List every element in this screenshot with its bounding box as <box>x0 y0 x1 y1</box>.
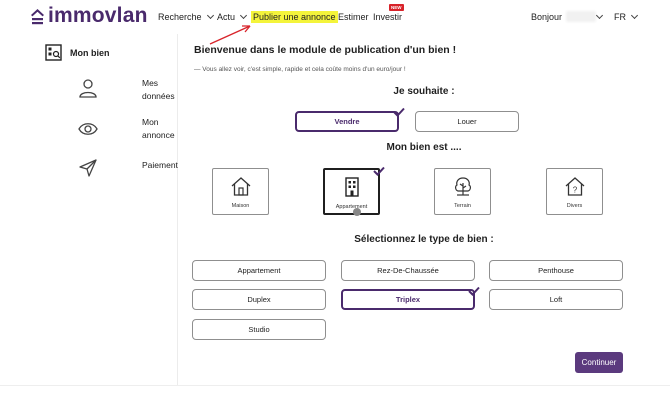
type-appartement[interactable]: Appartement <box>192 260 326 281</box>
chevron-down-icon <box>630 11 639 20</box>
building-icon <box>344 177 359 197</box>
option-label: Studio <box>248 325 270 334</box>
card-divers[interactable]: ? Divers <box>546 168 603 215</box>
option-label: Triplex <box>395 295 421 304</box>
sidebar-item-mon-bien[interactable]: Mon bien <box>45 44 110 61</box>
footer-divider <box>0 385 670 386</box>
nav-recherche-label: Recherche <box>158 12 202 22</box>
option-label: Penthouse <box>538 266 574 275</box>
svg-text:?: ? <box>572 186 577 195</box>
type-penthouse[interactable]: Penthouse <box>489 260 623 281</box>
page-title: Bienvenue dans le module de publication … <box>194 44 457 56</box>
card-appartement[interactable]: Appartement <box>323 168 380 215</box>
property-section-title: Mon bien est .... <box>386 142 462 153</box>
option-vendre[interactable]: Vendre <box>295 111 399 132</box>
building-search-icon <box>45 44 62 61</box>
sidebar-item-mon-annonce[interactable]: Mon annonce <box>0 116 178 156</box>
type-triplex[interactable]: Triplex <box>341 289 475 310</box>
logo-text: immovlan <box>48 4 148 27</box>
question-house-icon: ? <box>565 177 584 196</box>
mouse-cursor-indicator <box>353 208 361 216</box>
option-label: Rez-De-Chaussée <box>377 266 439 275</box>
card-label: Appartement <box>335 204 368 210</box>
option-label: Duplex <box>247 295 271 304</box>
type-rez-de-chaussee[interactable]: Rez-De-Chaussée <box>341 260 475 281</box>
language-selector[interactable]: FR <box>614 11 639 23</box>
eye-icon <box>78 123 98 135</box>
sidebar-item-mes-donnees[interactable]: Mes données <box>0 77 178 117</box>
option-label: Louer <box>457 117 477 126</box>
chevron-down-icon <box>595 11 604 20</box>
checkmark-icon <box>373 166 385 176</box>
checkmark-icon <box>393 107 405 117</box>
card-label: Maison <box>231 203 250 209</box>
sidebar-title: Mon bien <box>70 47 110 58</box>
card-maison[interactable]: Maison <box>212 168 269 215</box>
main-content: Bienvenue dans le module de publication … <box>178 34 670 385</box>
house-icon <box>231 177 250 196</box>
tree-icon <box>454 177 471 196</box>
immovlan-logo[interactable]: immovlan <box>30 5 148 27</box>
sidebar-item-label: Paiement <box>142 160 178 170</box>
card-label: Terrain <box>454 203 471 209</box>
user-menu-toggle[interactable] <box>595 11 604 23</box>
greeting-label: Bonjour <box>531 12 563 22</box>
sidebar-item-label: Mon annonce <box>142 117 175 140</box>
user-name-redacted <box>566 11 596 22</box>
wish-section-title: Je souhaite : <box>393 86 455 97</box>
language-label: FR <box>614 12 626 22</box>
sidebar-item-label: Mes données <box>142 78 175 101</box>
nav-estimer[interactable]: Estimer <box>338 12 369 23</box>
nav-estimer-label: Estimer <box>338 12 369 22</box>
nav-investir[interactable]: Investir <box>373 12 402 23</box>
sidebar-item-paiement[interactable]: Paiement <box>0 158 178 198</box>
top-header: immovlan Recherche Actu Publier une anno… <box>0 0 670 45</box>
user-icon <box>79 79 97 98</box>
type-loft[interactable]: Loft <box>489 289 623 310</box>
type-duplex[interactable]: Duplex <box>192 289 326 310</box>
option-label: Vendre <box>334 117 360 126</box>
nav-publier-label: Publier une annonce <box>251 11 338 23</box>
sidebar: Mon bien Mes données Mon annonce Paiemen… <box>0 34 178 385</box>
chevron-down-icon <box>239 11 248 20</box>
new-badge: NEW <box>389 4 404 11</box>
checkmark-icon <box>468 286 480 296</box>
send-icon <box>79 159 97 177</box>
type-section-title: Sélectionnez le type de bien : <box>354 234 494 245</box>
greeting: Bonjour <box>531 12 562 23</box>
card-label: Divers <box>566 203 583 209</box>
option-label: Loft <box>549 295 563 304</box>
card-terrain[interactable]: Terrain <box>434 168 491 215</box>
chevron-down-icon <box>206 11 214 20</box>
type-studio[interactable]: Studio <box>192 319 326 340</box>
page-subtitle: — Vous allez voir, c'est simple, rapide … <box>194 66 406 73</box>
option-label: Appartement <box>237 266 281 275</box>
nav-publier[interactable]: Publier une annonce <box>251 11 338 23</box>
continue-button[interactable]: Continuer <box>575 352 623 373</box>
option-louer[interactable]: Louer <box>415 111 519 132</box>
logo-house-icon <box>31 8 44 24</box>
nav-investir-label: Investir <box>373 12 403 22</box>
